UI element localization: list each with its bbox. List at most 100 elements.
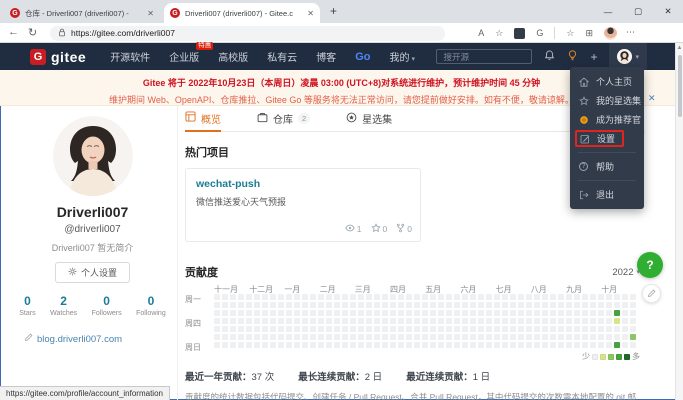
contrib-cell[interactable] [278, 326, 284, 332]
contrib-cell[interactable] [462, 326, 468, 332]
contrib-cell[interactable] [366, 302, 372, 308]
contrib-cell[interactable] [566, 342, 572, 348]
contrib-cell[interactable] [534, 310, 540, 316]
contrib-cell[interactable] [430, 294, 436, 300]
contrib-cell[interactable] [294, 318, 300, 324]
contrib-cell[interactable] [318, 326, 324, 332]
contrib-cell[interactable] [254, 302, 260, 308]
contrib-cell[interactable] [286, 310, 292, 316]
contrib-cell[interactable] [302, 342, 308, 348]
contrib-cell[interactable] [622, 334, 628, 340]
contrib-cell[interactable] [534, 334, 540, 340]
contrib-cell[interactable] [518, 342, 524, 348]
contrib-cell[interactable] [246, 326, 252, 332]
lightbulb-icon[interactable] [567, 48, 578, 66]
bell-icon[interactable] [544, 48, 555, 66]
contrib-cell[interactable] [294, 310, 300, 316]
contrib-cell[interactable] [334, 310, 340, 316]
contrib-cell[interactable] [598, 342, 604, 348]
browser-tab-1[interactable]: G 仓库 - Driverli007 (driverli007) - ✕ [4, 3, 160, 23]
contrib-cell[interactable] [502, 326, 508, 332]
contrib-cell[interactable] [598, 310, 604, 316]
contrib-cell[interactable] [358, 294, 364, 300]
contrib-cell[interactable] [254, 342, 260, 348]
contrib-cell[interactable] [230, 334, 236, 340]
contrib-cell[interactable] [502, 342, 508, 348]
contrib-cell[interactable] [614, 294, 620, 300]
contrib-cell[interactable] [238, 310, 244, 316]
contrib-cell[interactable] [454, 302, 460, 308]
contrib-cell[interactable] [526, 342, 532, 348]
contrib-cell[interactable] [390, 318, 396, 324]
contrib-cell[interactable] [222, 294, 228, 300]
contrib-cell[interactable] [366, 326, 372, 332]
contrib-cell[interactable] [270, 334, 276, 340]
contrib-cell[interactable] [542, 342, 548, 348]
contrib-cell[interactable] [526, 334, 532, 340]
contrib-cell[interactable] [254, 334, 260, 340]
plus-icon[interactable]: + [590, 50, 597, 64]
contrib-cell[interactable] [630, 326, 636, 332]
contrib-cell[interactable] [310, 294, 316, 300]
contrib-cell[interactable] [446, 294, 452, 300]
browser-tab-2[interactable]: G Driverli007 (driverli007) - Gitee.c ✕ [164, 3, 320, 23]
browser-profile-avatar[interactable] [604, 26, 617, 40]
collections-icon[interactable]: ☆ [566, 28, 574, 39]
contrib-cell[interactable] [382, 334, 388, 340]
contrib-cell[interactable] [590, 326, 596, 332]
contrib-cell[interactable] [286, 294, 292, 300]
contrib-cell[interactable] [454, 334, 460, 340]
contrib-cell[interactable] [262, 334, 268, 340]
contrib-cell[interactable] [406, 302, 412, 308]
nav-item-私有云[interactable]: 私有云 [267, 49, 297, 64]
contrib-cell[interactable] [406, 326, 412, 332]
contrib-cell[interactable] [566, 326, 572, 332]
contrib-cell[interactable] [574, 310, 580, 316]
contrib-cell[interactable] [398, 326, 404, 332]
contrib-cell[interactable] [214, 294, 220, 300]
contrib-cell[interactable] [342, 294, 348, 300]
contrib-cell[interactable] [246, 334, 252, 340]
contrib-cell[interactable] [358, 302, 364, 308]
contrib-cell[interactable] [590, 334, 596, 340]
contrib-cell[interactable] [550, 294, 556, 300]
contrib-cell[interactable] [470, 302, 476, 308]
contrib-cell[interactable] [510, 318, 516, 324]
contrib-cell[interactable] [494, 294, 500, 300]
banner-close-icon[interactable]: ✕ [648, 93, 656, 104]
contrib-cell[interactable] [470, 334, 476, 340]
contrib-cell[interactable] [342, 342, 348, 348]
contrib-cell[interactable] [422, 342, 428, 348]
contrib-cell[interactable] [246, 342, 252, 348]
contrib-cell[interactable] [534, 326, 540, 332]
contrib-cell[interactable] [518, 334, 524, 340]
contrib-cell[interactable] [238, 294, 244, 300]
contrib-cell[interactable] [470, 342, 476, 348]
contrib-cell[interactable] [382, 294, 388, 300]
close-button[interactable]: ✕ [653, 0, 683, 23]
stat-watches[interactable]: 2 Watches [50, 294, 77, 317]
tab-starred[interactable]: 星选集 [346, 112, 392, 131]
contrib-cell[interactable] [414, 318, 420, 324]
contrib-cell[interactable] [462, 310, 468, 316]
contrib-cell[interactable] [278, 334, 284, 340]
contrib-cell[interactable] [382, 342, 388, 348]
contrib-cell[interactable] [526, 318, 532, 324]
contrib-cell[interactable] [350, 310, 356, 316]
contrib-cell[interactable] [326, 326, 332, 332]
contrib-cell[interactable] [454, 342, 460, 348]
contrib-cell[interactable] [478, 302, 484, 308]
contrib-cell[interactable] [574, 342, 580, 348]
contrib-cell[interactable] [334, 302, 340, 308]
contrib-cell[interactable] [486, 302, 492, 308]
contrib-cell[interactable] [286, 342, 292, 348]
contrib-cell[interactable] [374, 334, 380, 340]
contrib-cell[interactable] [254, 318, 260, 324]
contrib-cell[interactable] [550, 334, 556, 340]
contrib-cell[interactable] [390, 294, 396, 300]
contrib-cell[interactable] [606, 334, 612, 340]
contrib-cell[interactable] [454, 326, 460, 332]
contrib-cell[interactable] [494, 310, 500, 316]
contrib-cell[interactable] [550, 342, 556, 348]
contrib-cell[interactable] [630, 294, 636, 300]
